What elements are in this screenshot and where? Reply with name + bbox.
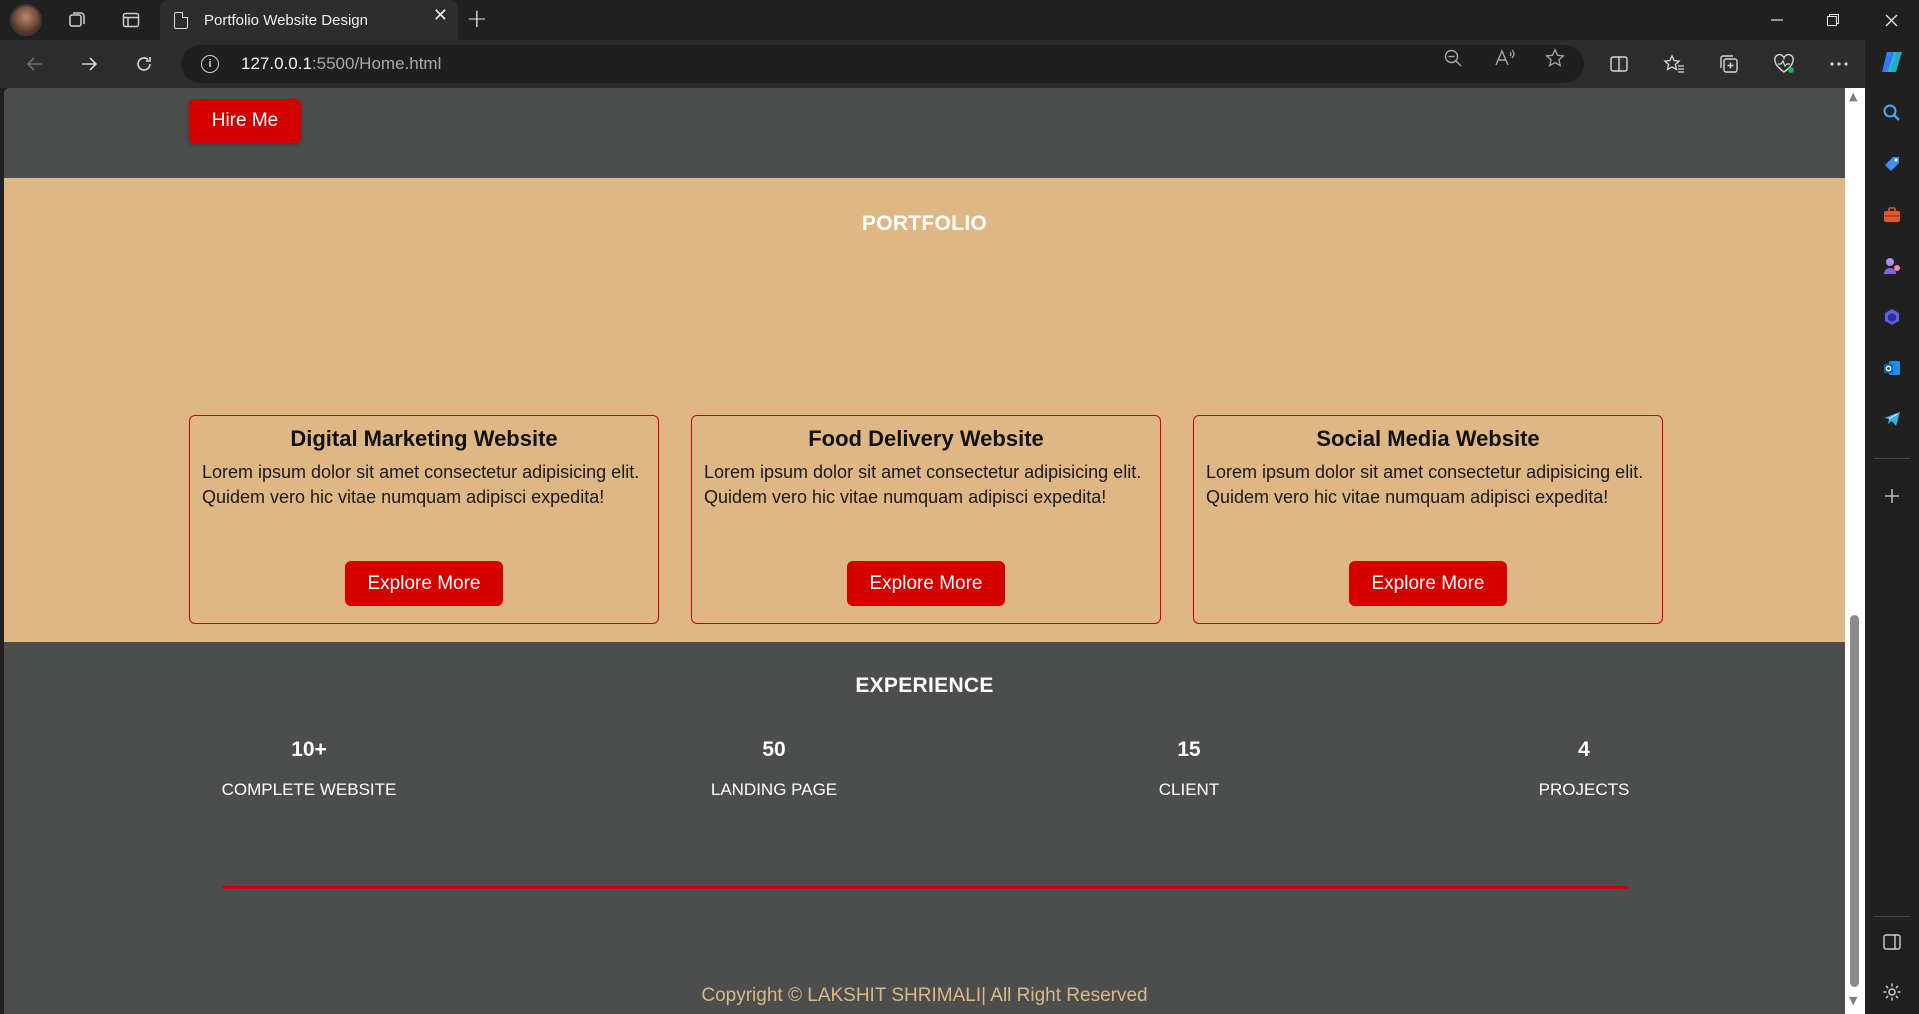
explore-more-button[interactable]: Explore More: [847, 561, 1005, 606]
card-text: Lorem ipsum dolor sit amet consectetur a…: [704, 462, 1142, 507]
stat-label: PROJECTS: [1538, 780, 1630, 799]
address-bar[interactable]: i 127.0.0.1:5500/Home.html: [181, 45, 1584, 83]
page-icon: [174, 11, 188, 29]
divider-line: [223, 886, 1628, 889]
sidebar-divider: [1874, 916, 1910, 917]
sidebar-divider: [1874, 458, 1910, 459]
restore-button[interactable]: [1805, 0, 1861, 40]
card-text: Lorem ipsum dolor sit amet consectetur a…: [1206, 462, 1644, 507]
card-title: Social Media Website: [1316, 426, 1540, 451]
scroll-up-arrow-icon[interactable]: ▲: [1849, 90, 1857, 103]
shopping-tag-icon[interactable]: [1876, 148, 1908, 180]
read-aloud-icon[interactable]: [1494, 48, 1516, 73]
stat-landing-page: 50 LANDING PAGE: [674, 738, 874, 800]
split-screen-icon[interactable]: [1603, 48, 1635, 80]
browser-essentials-icon[interactable]: [1768, 48, 1800, 80]
search-icon[interactable]: [1876, 97, 1908, 129]
hero-section: Hire Me: [4, 88, 1845, 178]
hire-me-button[interactable]: Hire Me: [189, 99, 301, 143]
zoom-out-icon[interactable]: [1443, 48, 1463, 73]
edge-sidebar: [1865, 40, 1919, 1014]
page-scrollbar[interactable]: ▲ ▼: [1845, 88, 1865, 1014]
minimize-button[interactable]: [1749, 0, 1805, 40]
sidebar-toggle-icon[interactable]: [1876, 926, 1908, 958]
site-info-icon[interactable]: i: [201, 55, 219, 73]
address-toolbar: i 127.0.0.1:5500/Home.html: [0, 40, 1919, 88]
workspaces-icon[interactable]: [62, 5, 92, 35]
tab-portfolio-website-design[interactable]: Portfolio Website Design ✕: [160, 0, 458, 40]
card-title: Digital Marketing Website: [290, 426, 558, 451]
portfolio-section: PORTFOLIO Digital Marketing Website Lore…: [4, 178, 1845, 642]
tab-title: Portfolio Website Design: [204, 11, 368, 29]
portfolio-card-social-media: Social Media Website Lorem ipsum dolor s…: [1193, 415, 1663, 624]
games-icon[interactable]: [1876, 250, 1908, 282]
close-window-button[interactable]: [1863, 0, 1919, 40]
stat-value: 50: [762, 738, 786, 761]
favorite-star-icon[interactable]: [1544, 48, 1566, 73]
scrollbar-thumb[interactable]: [1850, 615, 1859, 987]
new-tab-button[interactable]: +: [466, 4, 488, 34]
url-path: :5500/Home.html: [311, 54, 442, 73]
stat-value: 4: [1578, 738, 1590, 761]
tools-icon[interactable]: [1876, 199, 1908, 231]
experience-section: EXPERIENCE 10+ COMPLETE WEBSITE 50 LANDI…: [4, 642, 1845, 1014]
stat-complete-website: 10+ COMPLETE WEBSITE: [204, 738, 414, 800]
telegram-icon[interactable]: [1876, 403, 1908, 435]
profile-avatar-icon[interactable]: [10, 4, 42, 36]
refresh-icon[interactable]: [127, 48, 161, 80]
portfolio-title: PORTFOLIO: [861, 212, 988, 235]
back-icon[interactable]: [18, 48, 52, 80]
card-text: Lorem ipsum dolor sit amet consectetur a…: [202, 462, 640, 507]
copilot-icon[interactable]: [1876, 46, 1908, 78]
experience-title: EXPERIENCE: [855, 674, 994, 697]
favorites-icon[interactable]: [1658, 48, 1690, 80]
stat-client: 15 CLIENT: [1109, 738, 1269, 800]
scroll-down-arrow-icon[interactable]: ▼: [1849, 994, 1857, 1007]
explore-more-button[interactable]: Explore More: [345, 561, 503, 606]
url-host: 127.0.0.1: [241, 54, 312, 73]
forward-icon[interactable]: [72, 48, 106, 80]
explore-more-button[interactable]: Explore More: [1349, 561, 1507, 606]
browser-tab-bar: Portfolio Website Design ✕ +: [0, 0, 1919, 40]
add-icon[interactable]: [1876, 480, 1908, 512]
stat-value: 15: [1177, 738, 1201, 761]
more-icon[interactable]: [1823, 48, 1855, 80]
card-title: Food Delivery Website: [808, 426, 1044, 451]
page-viewport: Hire Me PORTFOLIO Digital Marketing Webs…: [4, 88, 1845, 1014]
stat-label: CLIENT: [1158, 780, 1220, 799]
tab-actions-icon[interactable]: [116, 5, 146, 35]
collections-icon[interactable]: [1713, 48, 1745, 80]
outlook-icon[interactable]: [1876, 352, 1908, 384]
stat-label: COMPLETE WEBSITE: [221, 780, 397, 799]
office-icon[interactable]: [1876, 301, 1908, 333]
stat-projects: 4 PROJECTS: [1504, 738, 1664, 800]
stat-value: 10+: [291, 738, 327, 761]
copyright-text: Copyright © LAKSHIT SHRIMALI| All Right …: [701, 985, 1148, 1006]
close-tab-button[interactable]: ✕: [433, 5, 448, 26]
settings-icon[interactable]: [1876, 976, 1908, 1008]
portfolio-card-food-delivery: Food Delivery Website Lorem ipsum dolor …: [691, 415, 1161, 624]
stat-label: LANDING PAGE: [710, 780, 838, 799]
portfolio-card-digital-marketing: Digital Marketing Website Lorem ipsum do…: [189, 415, 659, 624]
